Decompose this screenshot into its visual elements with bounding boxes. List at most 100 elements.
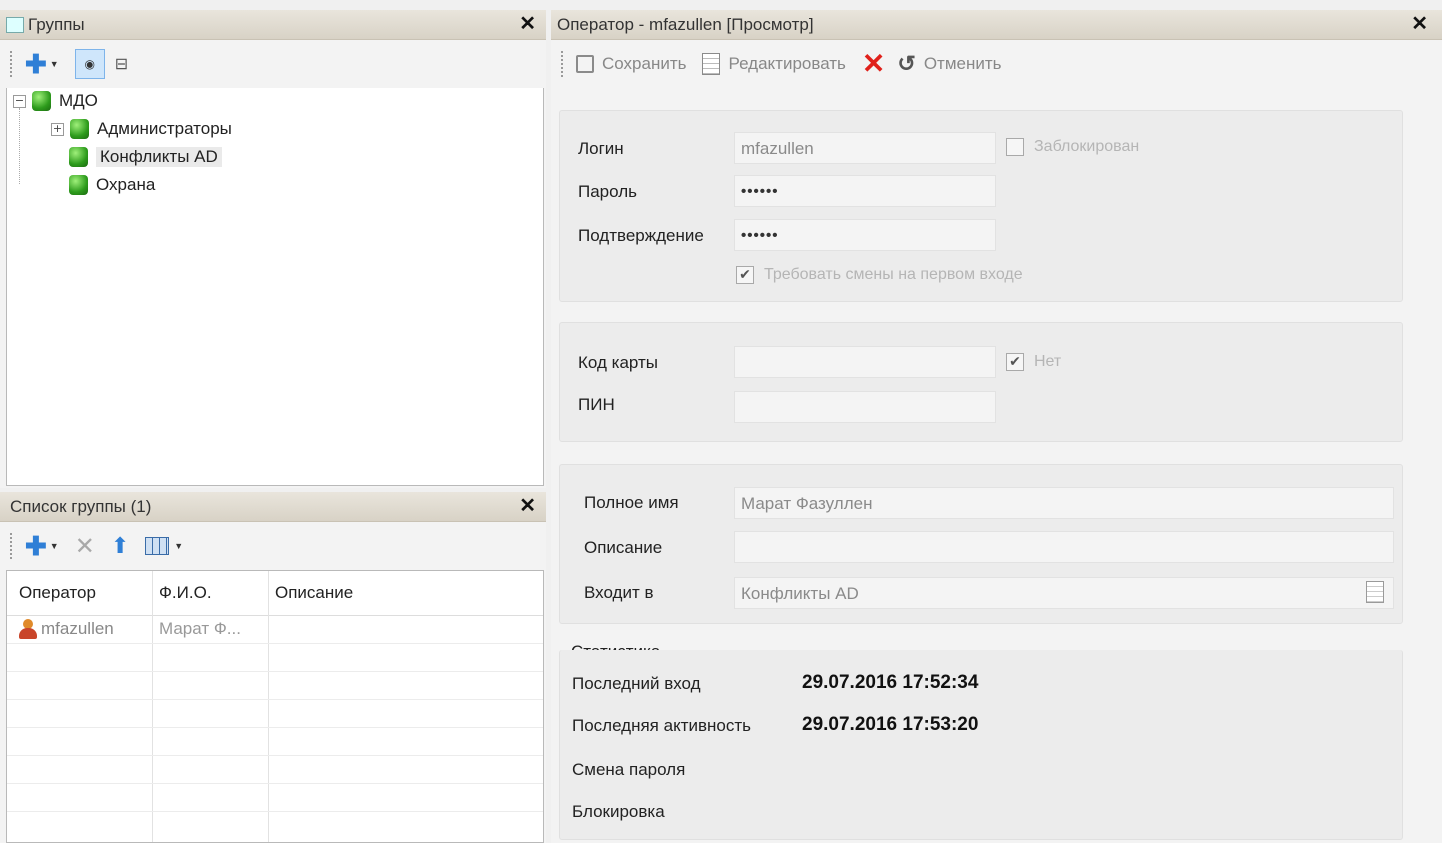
fullname-field[interactable]: Марат Фазуллен — [734, 487, 1394, 519]
tree-item-guard[interactable]: Охрана — [69, 172, 155, 198]
expand-all-icon: ◉ — [84, 57, 95, 71]
member-of-label: Входит в — [584, 583, 654, 602]
grid-header: Оператор Ф.И.О. Описание — [7, 571, 543, 616]
groups-icon — [6, 16, 24, 33]
tree-item-conflicts-ad[interactable]: Конфликты AD — [69, 144, 222, 170]
login-label: Логин — [578, 139, 624, 158]
password-change-label: Смена пароля — [572, 760, 686, 779]
delete-icon: ✕ — [861, 48, 886, 79]
blocked-checkbox[interactable] — [1006, 138, 1024, 156]
group-list-title: Список группы (1) — [10, 496, 152, 516]
row-divider — [7, 699, 543, 700]
last-login-label: Последний вход — [572, 674, 701, 693]
chevron-down-icon: ▼ — [49, 59, 59, 69]
expand-node-icon[interactable]: + — [51, 122, 64, 136]
expand-button[interactable]: ◉ — [74, 49, 105, 79]
no-card-checkbox-group[interactable]: ✔ Нет — [1006, 353, 1061, 371]
card-code-field[interactable] — [734, 346, 996, 378]
tree-item-mdo[interactable]: − МДО — [13, 88, 98, 114]
row-divider — [7, 671, 543, 672]
no-card-label: Нет — [1034, 353, 1062, 370]
collapse-node-icon[interactable]: − — [13, 94, 26, 108]
group-cube-icon — [69, 147, 88, 167]
no-card-checkbox[interactable]: ✔ — [1006, 353, 1024, 371]
edit-membership-icon[interactable] — [1366, 581, 1384, 603]
groups-panel-title: Группы — [28, 14, 85, 34]
close-icon[interactable]: ✕ — [519, 495, 536, 517]
save-label: Сохранить — [602, 54, 687, 73]
column-header-fio[interactable]: Ф.И.О. — [159, 583, 212, 603]
column-header-description[interactable]: Описание — [275, 583, 353, 603]
toolbar-grip[interactable] — [561, 51, 566, 77]
columns-button[interactable]: ▼ — [145, 537, 183, 555]
edit-button[interactable]: Редактировать — [702, 53, 846, 75]
groups-toolbar: ✚ ▼ ◉ ⊟ — [0, 42, 546, 86]
row-divider — [7, 727, 543, 728]
add-member-button[interactable]: ✚ ▼ — [25, 531, 59, 561]
pin-field[interactable] — [734, 391, 996, 423]
move-up-button[interactable]: ⬆ — [111, 533, 129, 559]
row-divider — [7, 783, 543, 784]
toolbar-grip[interactable] — [10, 533, 15, 559]
floppy-disk-icon — [576, 55, 594, 73]
delete-icon: ✕ — [74, 532, 95, 560]
collapse-all-icon: ⊟ — [114, 56, 129, 73]
table-row[interactable]: mfazullen Марат Ф... — [7, 615, 543, 643]
cancel-button[interactable]: ↺ Отменить — [897, 51, 1001, 77]
close-icon[interactable]: ✕ — [1411, 13, 1428, 35]
last-login-value: 29.07.2016 17:52:34 — [802, 672, 979, 693]
password-field[interactable]: •••••• — [734, 175, 996, 207]
group-cube-icon — [70, 119, 89, 139]
tree-item-admins[interactable]: + Администраторы — [51, 116, 232, 142]
tree-item-label: Конфликты AD — [96, 147, 222, 167]
column-divider — [152, 571, 153, 842]
confirm-password-field[interactable]: •••••• — [734, 219, 996, 251]
column-header-operator[interactable]: Оператор — [19, 583, 96, 603]
tree-item-label: Администраторы — [97, 119, 232, 138]
user-icon — [19, 619, 37, 639]
save-button[interactable]: Сохранить — [576, 54, 686, 74]
row-divider — [7, 755, 543, 756]
pin-label: ПИН — [578, 395, 615, 414]
group-cube-icon — [32, 91, 51, 111]
stats-section: Последний вход 29.07.2016 17:52:34 После… — [559, 650, 1403, 840]
arrow-up-icon: ⬆ — [110, 533, 130, 558]
require-change-checkbox[interactable]: ✔ — [736, 266, 754, 284]
cancel-label: Отменить — [923, 54, 1002, 73]
require-change-checkbox-group[interactable]: ✔ Требовать смены на первом входе — [736, 266, 1023, 284]
groups-panel: Группы ✕ ✚ ▼ ◉ ⊟ − МДО + Администраторы … — [0, 10, 546, 488]
confirm-label: Подтверждение — [578, 226, 704, 245]
description-label: Описание — [584, 538, 663, 557]
password-label: Пароль — [578, 182, 637, 201]
plus-icon: ✚ — [25, 531, 47, 561]
operator-panel: Оператор - mfazullen [Просмотр] ✕ Сохран… — [551, 10, 1442, 843]
groups-tree: − МДО + Администраторы Конфликты AD Охра… — [6, 88, 544, 486]
cell-operator: mfazullen — [41, 619, 114, 638]
row-divider — [7, 811, 543, 812]
login-field[interactable]: mfazullen — [734, 132, 996, 164]
add-group-button[interactable]: ✚ ▼ — [25, 51, 59, 77]
chevron-down-icon: ▼ — [49, 541, 59, 551]
toolbar-grip[interactable] — [10, 51, 15, 77]
member-of-field[interactable]: Конфликты AD — [734, 577, 1394, 609]
tree-item-label: МДО — [59, 91, 98, 110]
info-section: Полное имя Марат Фазуллен Описание Входи… — [559, 464, 1403, 624]
row-divider — [7, 643, 543, 644]
remove-member-button[interactable]: ✕ — [75, 532, 95, 561]
group-list-toolbar: ✚ ▼ ✕ ⬆ ▼ — [0, 524, 546, 568]
description-field[interactable] — [734, 531, 1394, 563]
fullname-label: Полное имя — [584, 493, 679, 512]
group-cube-icon — [69, 175, 88, 195]
close-icon[interactable]: ✕ — [519, 13, 536, 35]
operator-panel-title: Оператор - mfazullen [Просмотр] — [557, 14, 814, 34]
last-activity-value: 29.07.2016 17:53:20 — [802, 714, 979, 735]
delete-button[interactable]: ✕ — [861, 48, 886, 79]
undo-icon: ↺ — [897, 51, 916, 76]
collapse-button[interactable]: ⊟ — [115, 54, 128, 74]
blocked-checkbox-group[interactable]: Заблокирован — [1006, 138, 1139, 156]
tree-item-label: Охрана — [96, 175, 156, 194]
cell-fio: Марат Ф... — [159, 619, 241, 638]
operator-toolbar: Сохранить Редактировать ✕ ↺ Отменить — [551, 42, 1442, 86]
blocking-label: Блокировка — [572, 802, 665, 821]
edit-label: Редактировать — [728, 54, 846, 73]
